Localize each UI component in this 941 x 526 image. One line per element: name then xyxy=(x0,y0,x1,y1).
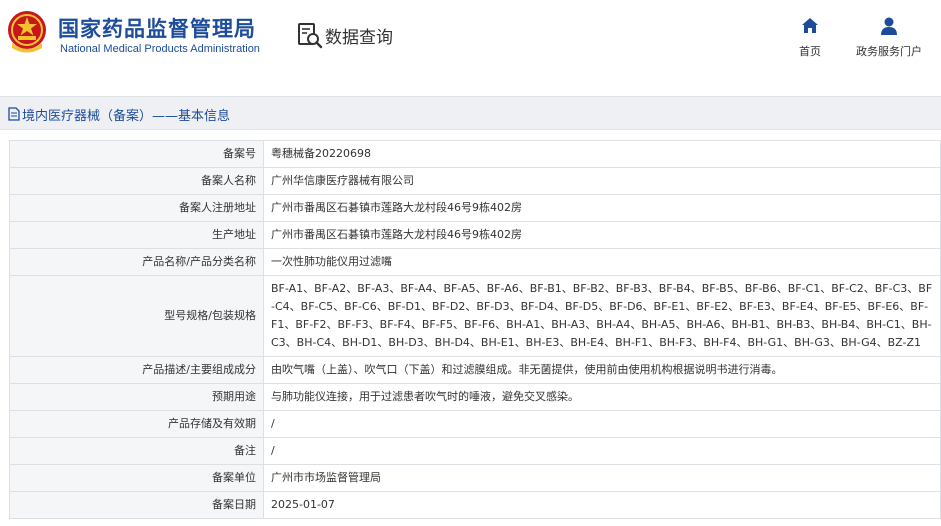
row-value: 由吹气嘴（上盖）、吹气口（下盖）和过滤膜组成。非无菌提供，使用前由使用机构根据说… xyxy=(263,356,941,384)
row-value: BF-A1、BF-A2、BF-A3、BF-A4、BF-A5、BF-A6、BF-B… xyxy=(263,275,941,357)
row-label: 备案日期 xyxy=(9,491,264,519)
row-label: 备案单位 xyxy=(9,464,264,492)
table-row: 备案人注册地址 广州市番禺区石碁镇市莲路大龙村段46号9栋402房 xyxy=(9,194,941,222)
national-emblem-icon xyxy=(8,11,46,53)
nav-home[interactable]: 首页 xyxy=(795,16,825,59)
row-label: 备案人名称 xyxy=(9,167,264,195)
row-label: 产品名称/产品分类名称 xyxy=(9,248,264,276)
table-row: 备注 / xyxy=(9,437,941,465)
row-value: / xyxy=(263,410,941,438)
row-label: 产品存储及有效期 xyxy=(9,410,264,438)
row-label: 备案号 xyxy=(9,140,264,168)
document-icon xyxy=(8,107,20,121)
site-header: 国家药品监督管理局 National Medical Products Admi… xyxy=(0,0,941,84)
record-detail-table: 备案号 粤穗械备20220698 备案人名称 广州华信康医疗器械有限公司 备案人… xyxy=(9,140,941,519)
section-title: 境内医疗器械（备案）——基本信息 xyxy=(22,109,231,124)
nav-service-portal[interactable]: 政务服务门户 xyxy=(853,16,925,59)
user-icon xyxy=(881,17,897,35)
row-value: 粤穗械备20220698 xyxy=(263,140,941,168)
row-value: 广州华信康医疗器械有限公司 xyxy=(263,167,941,195)
table-row: 备案单位 广州市市场监督管理局 xyxy=(9,464,941,492)
table-row: 产品存储及有效期 / xyxy=(9,410,941,438)
home-icon xyxy=(802,18,818,33)
table-row: 备案人名称 广州华信康医疗器械有限公司 xyxy=(9,167,941,195)
row-label: 备注 xyxy=(9,437,264,465)
org-name-cn[interactable]: 国家药品监督管理局 xyxy=(58,13,256,43)
section-header: 境内医疗器械（备案）——基本信息 xyxy=(0,96,941,130)
row-value: 2025-01-07 xyxy=(263,491,941,519)
table-row: 产品描述/主要组成成分 由吹气嘴（上盖）、吹气口（下盖）和过滤膜组成。非无菌提供… xyxy=(9,356,941,384)
row-label: 备案人注册地址 xyxy=(9,194,264,222)
row-label: 生产地址 xyxy=(9,221,264,249)
row-label: 产品描述/主要组成成分 xyxy=(9,356,264,384)
table-row: 预期用途 与肺功能仪连接，用于过滤患者吹气时的唾液，避免交叉感染。 xyxy=(9,383,941,411)
row-value: / xyxy=(263,437,941,465)
row-label: 预期用途 xyxy=(9,383,264,411)
table-row: 产品名称/产品分类名称 一次性肺功能仪用过滤嘴 xyxy=(9,248,941,276)
table-row: 型号规格/包装规格 BF-A1、BF-A2、BF-A3、BF-A4、BF-A5、… xyxy=(9,275,941,357)
table-row: 备案日期 2025-01-07 xyxy=(9,491,941,519)
row-value: 一次性肺功能仪用过滤嘴 xyxy=(263,248,941,276)
nav-home-label: 首页 xyxy=(799,45,821,58)
data-query-title[interactable]: 数据查询 xyxy=(325,23,393,48)
row-value: 广州市番禺区石碁镇市莲路大龙村段46号9栋402房 xyxy=(263,221,941,249)
row-value: 广州市番禺区石碁镇市莲路大龙村段46号9栋402房 xyxy=(263,194,941,222)
row-label: 型号规格/包装规格 xyxy=(9,275,264,357)
row-value: 与肺功能仪连接，用于过滤患者吹气时的唾液，避免交叉感染。 xyxy=(263,383,941,411)
nav-service-portal-label: 政务服务门户 xyxy=(856,45,922,58)
org-name-en[interactable]: National Medical Products Administration xyxy=(60,43,260,55)
table-row: 备案号 粤穗械备20220698 xyxy=(9,140,941,168)
row-value: 广州市市场监督管理局 xyxy=(263,464,941,492)
data-query-icon xyxy=(298,23,323,49)
table-row: 生产地址 广州市番禺区石碁镇市莲路大龙村段46号9栋402房 xyxy=(9,221,941,249)
